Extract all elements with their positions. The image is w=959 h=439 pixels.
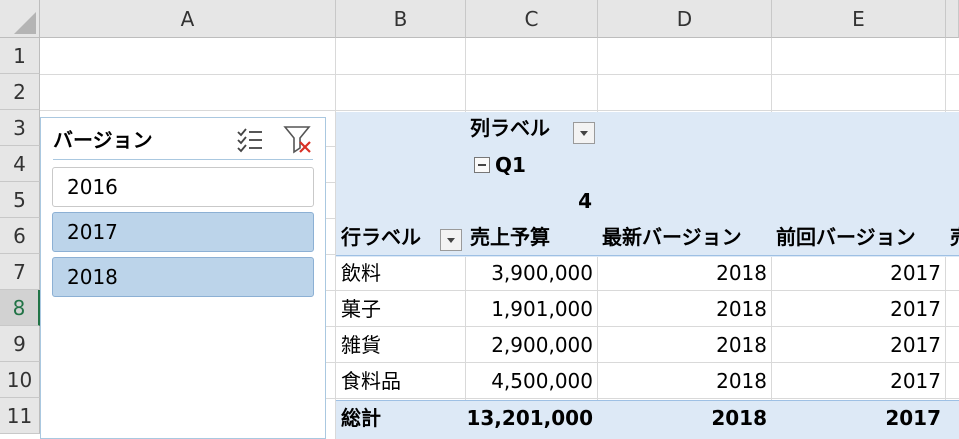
row-label[interactable]: 菓子 (341, 291, 381, 327)
latest-value[interactable]: 2018 (598, 327, 767, 363)
collapse-q1-button[interactable] (474, 157, 490, 173)
slicer-item-2018[interactable]: 2018 (52, 257, 314, 297)
pivot-column-label: 列ラベル (470, 116, 550, 140)
previous-value[interactable]: 2017 (772, 291, 941, 327)
row-header-6[interactable]: 6 (0, 218, 40, 254)
total-previous[interactable]: 2017 (772, 400, 941, 436)
pivot-row-label: 行ラベル (341, 225, 421, 249)
column-label-filter-dropdown[interactable] (573, 122, 595, 144)
total-budget[interactable]: 13,201,000 (466, 400, 593, 436)
budget-value[interactable]: 1,901,000 (466, 291, 593, 327)
latest-value[interactable]: 2018 (598, 363, 767, 399)
slicer-divider (53, 159, 313, 160)
slicer-item-2016[interactable]: 2016 (52, 167, 314, 207)
latest-value[interactable]: 2018 (598, 291, 767, 327)
slicer-title: バージョン (53, 128, 153, 152)
clear-filter-icon[interactable] (283, 124, 313, 154)
previous-value[interactable]: 2017 (772, 255, 941, 291)
row-label[interactable]: 飲料 (341, 255, 381, 291)
row-header-5[interactable]: 5 (0, 182, 40, 218)
header-truncated: 売 (950, 219, 959, 255)
budget-value[interactable]: 2,900,000 (466, 327, 593, 363)
pivot-group-sub: 4 (578, 189, 592, 213)
header-previous-version: 前回バージョン (776, 225, 916, 249)
row-header-10[interactable]: 10 (0, 362, 40, 398)
row-header-4[interactable]: 4 (0, 146, 40, 182)
column-header-a[interactable]: A (40, 0, 336, 38)
row-header-2[interactable]: 2 (0, 74, 40, 110)
total-latest[interactable]: 2018 (598, 400, 767, 436)
previous-value[interactable]: 2017 (772, 363, 941, 399)
row-label[interactable]: 食料品 (341, 363, 401, 399)
row-header-8[interactable]: 8 (0, 290, 40, 326)
column-header-b[interactable]: B (336, 0, 466, 38)
latest-value[interactable]: 2018 (598, 255, 767, 291)
column-header-f[interactable] (946, 0, 959, 38)
budget-value[interactable]: 3,900,000 (466, 255, 593, 291)
row-header-1[interactable]: 1 (0, 38, 40, 74)
row-label-filter-dropdown[interactable] (440, 229, 462, 251)
previous-value[interactable]: 2017 (772, 327, 941, 363)
budget-value[interactable]: 4,500,000 (466, 363, 593, 399)
total-label[interactable]: 総計 (341, 400, 381, 436)
column-header-e[interactable]: E (772, 0, 946, 38)
pivot-group-q1: Q1 (495, 153, 526, 177)
column-header-d[interactable]: D (598, 0, 772, 38)
row-label[interactable]: 雑貨 (341, 327, 381, 363)
row-header-9[interactable]: 9 (0, 326, 40, 362)
multi-select-icon[interactable] (235, 124, 265, 154)
select-all-corner[interactable] (0, 0, 40, 38)
column-header-c[interactable]: C (466, 0, 598, 38)
slicer-item-2017[interactable]: 2017 (52, 212, 314, 252)
row-header-7[interactable]: 7 (0, 254, 40, 290)
row-header-11[interactable]: 11 (0, 398, 40, 434)
header-latest-version: 最新バージョン (602, 225, 742, 249)
version-slicer[interactable]: バージョン 2016 2017 2018 (40, 117, 326, 439)
gridline (40, 74, 959, 75)
row-header-3[interactable]: 3 (0, 110, 40, 146)
header-budget: 売上予算 (470, 225, 550, 249)
